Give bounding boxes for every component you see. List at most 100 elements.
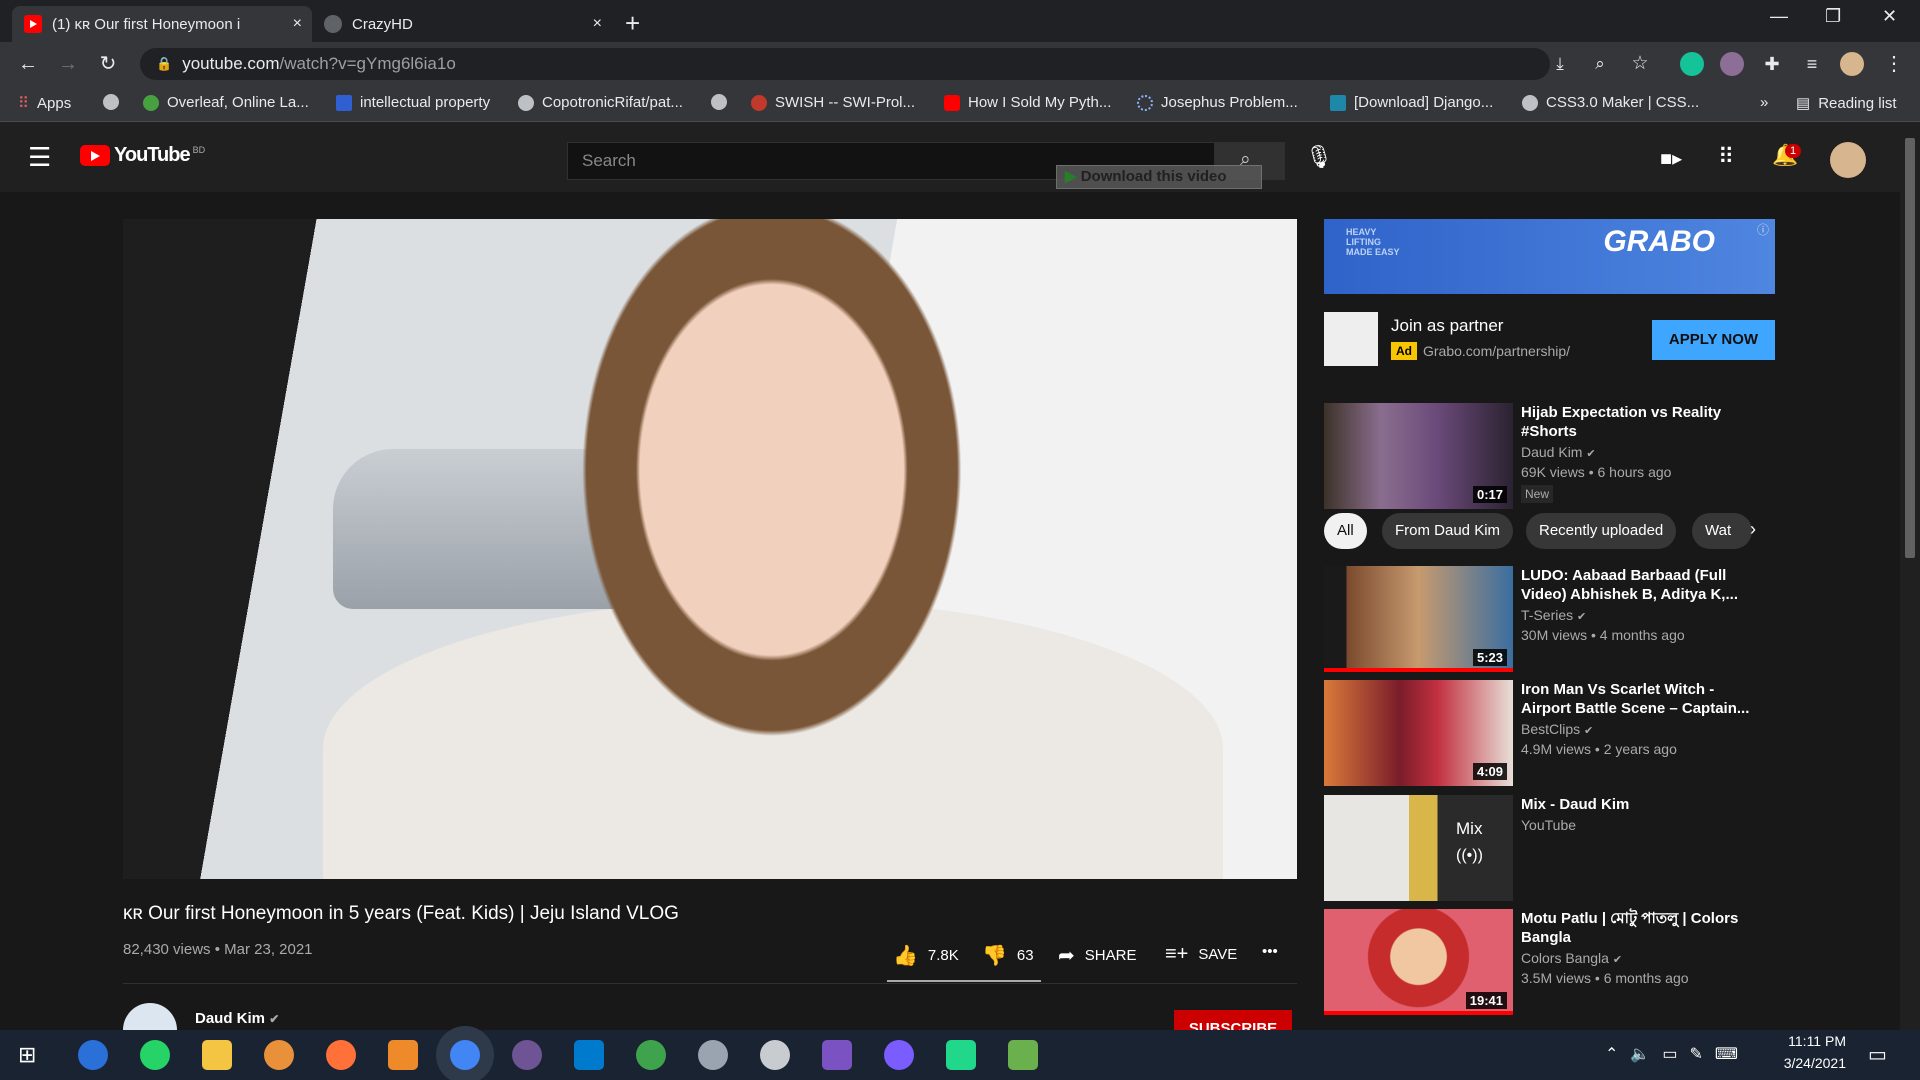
extension-icon[interactable] bbox=[1720, 52, 1744, 76]
recommended-mix[interactable]: Mix ((•)) Mix - Daud Kim YouTube bbox=[1324, 795, 1775, 901]
bookmark-github[interactable]: CopotronicRifat/pat... bbox=[518, 94, 683, 111]
media-control-icon[interactable]: ≡ bbox=[1798, 50, 1826, 78]
chip-recently-uploaded[interactable]: Recently uploaded bbox=[1526, 513, 1677, 549]
ad-tagline: HEAVY LIFTING MADE EASY bbox=[1346, 227, 1400, 257]
verified-check-icon: ✔ bbox=[1584, 725, 1594, 737]
chip-all[interactable]: All bbox=[1324, 513, 1367, 549]
tray-icons[interactable]: ⌃🔈▭✎⌨ bbox=[1605, 1044, 1750, 1064]
ad-info-icon[interactable]: ⓘ bbox=[1757, 221, 1769, 238]
app-icon[interactable] bbox=[388, 1040, 418, 1070]
dislike-button[interactable]: 👎 63 bbox=[982, 943, 1034, 968]
restore-button[interactable]: ❐ bbox=[1825, 6, 1841, 27]
bookmark-intellectual-property[interactable]: intellectual property bbox=[336, 94, 490, 111]
pycharm-icon[interactable] bbox=[946, 1040, 976, 1070]
download-icon[interactable]: ⤓ bbox=[1546, 50, 1574, 78]
video-views: 69K views • 6 hours ago bbox=[1521, 464, 1672, 480]
app-icon[interactable] bbox=[698, 1040, 728, 1070]
tab-crazyhd[interactable]: CrazyHD × bbox=[312, 6, 612, 42]
overleaf-icon bbox=[143, 94, 159, 111]
create-video-icon[interactable]: ■▸ bbox=[1660, 146, 1682, 171]
bookmark-apps[interactable]: ⠿ Apps bbox=[18, 94, 71, 113]
save-button[interactable]: ≡+ SAVE bbox=[1165, 943, 1237, 966]
thumbs-up-icon: 👍 bbox=[893, 945, 918, 967]
notification-count-badge: 1 bbox=[1785, 144, 1802, 158]
bookmark-globe[interactable] bbox=[103, 94, 127, 110]
ad-banner[interactable]: HEAVY LIFTING MADE EASY GRABO ⓘ bbox=[1324, 219, 1775, 294]
profile-avatar[interactable] bbox=[1840, 52, 1864, 76]
recommended-video[interactable]: 19:41 Motu Patlu | মোটু পাতলু | Colors B… bbox=[1324, 909, 1775, 1015]
menu-dots-icon[interactable]: ⋮ bbox=[1880, 50, 1908, 78]
visual-studio-icon[interactable] bbox=[822, 1040, 852, 1070]
globe-icon bbox=[324, 15, 342, 33]
recommended-video[interactable]: 4:09 Iron Man Vs Scarlet Witch - Airport… bbox=[1324, 680, 1775, 786]
back-arrow-icon[interactable]: ← bbox=[14, 50, 42, 78]
youtube-icon bbox=[944, 94, 960, 111]
new-tab-button[interactable]: + bbox=[625, 8, 640, 39]
app-icon[interactable] bbox=[636, 1040, 666, 1070]
bookmark-star-icon[interactable]: ☆ bbox=[1626, 50, 1654, 78]
vscode-icon[interactable] bbox=[574, 1040, 604, 1070]
search-app-icon[interactable] bbox=[78, 1040, 108, 1070]
puzzle-extensions-icon[interactable]: ✚ bbox=[1758, 50, 1786, 78]
whatsapp-icon[interactable] bbox=[140, 1040, 170, 1070]
hamburger-menu-icon[interactable]: ☰ bbox=[28, 142, 51, 173]
minimize-button[interactable]: — bbox=[1770, 6, 1788, 27]
loading-icon bbox=[1137, 94, 1153, 111]
page-scrollbar[interactable] bbox=[1900, 122, 1920, 1030]
apply-now-button[interactable]: APPLY NOW bbox=[1652, 320, 1775, 360]
site-icon bbox=[1330, 94, 1346, 111]
reload-icon[interactable]: ↻ bbox=[94, 50, 122, 78]
download-video-overlay[interactable]: ▶ Download this video bbox=[1056, 165, 1262, 189]
bookmark-globe-2[interactable] bbox=[711, 94, 735, 110]
recommended-video[interactable]: 5:23 LUDO: Aabaad Barbaad (Full Video) A… bbox=[1324, 566, 1775, 672]
channel-name: Daud Kim ✔ bbox=[1521, 444, 1596, 460]
app-icon[interactable] bbox=[264, 1040, 294, 1070]
tab-close-icon[interactable]: × bbox=[293, 15, 302, 33]
bookmark-css3[interactable]: CSS3.0 Maker | CSS... bbox=[1522, 94, 1699, 111]
messenger-icon[interactable] bbox=[884, 1040, 914, 1070]
zoom-icon[interactable]: ⌕ bbox=[1586, 50, 1614, 78]
share-button[interactable]: ➦ SHARE bbox=[1058, 943, 1136, 968]
windows-start-icon[interactable]: ⊞ bbox=[18, 1042, 36, 1068]
address-bar[interactable]: 🔒 youtube.com/watch?v=gYmg6l6ia1o bbox=[140, 48, 1550, 80]
like-button[interactable]: 👍 7.8K bbox=[893, 943, 959, 968]
mix-radio-icon: ((•)) bbox=[1456, 847, 1483, 864]
github-desktop-icon[interactable] bbox=[512, 1040, 542, 1070]
app-icon[interactable] bbox=[760, 1040, 790, 1070]
video-views-date: 82,430 views • Mar 23, 2021 bbox=[123, 941, 313, 958]
github-icon bbox=[518, 94, 534, 111]
video-player[interactable] bbox=[123, 219, 1297, 879]
app-icon[interactable] bbox=[1008, 1040, 1038, 1070]
ad-card[interactable]: Join as partner Ad Grabo.com/partnership… bbox=[1324, 310, 1775, 370]
close-window-button[interactable]: ✕ bbox=[1882, 6, 1897, 27]
browser-toolbar: ← → ↻ 🔒 youtube.com/watch?v=gYmg6l6ia1o … bbox=[0, 42, 1920, 86]
taskbar-time[interactable]: 11:11 PM bbox=[1760, 1033, 1846, 1049]
taskbar-date[interactable]: 3/24/2021 bbox=[1760, 1055, 1846, 1071]
more-actions-button[interactable]: ••• bbox=[1262, 943, 1278, 960]
chip-from-daud-kim[interactable]: From Daud Kim bbox=[1382, 513, 1514, 549]
microphone-icon[interactable]: 🎙 bbox=[1305, 144, 1333, 170]
bookmark-django[interactable]: [Download] Django... bbox=[1330, 94, 1493, 111]
bookmark-overleaf[interactable]: Overleaf, Online La... bbox=[143, 94, 309, 111]
bookmark-youtube[interactable]: How I Sold My Pyth... bbox=[944, 94, 1111, 111]
channel-name[interactable]: Daud Kim ✔ bbox=[195, 1010, 279, 1027]
bookmarks-overflow-button[interactable]: » bbox=[1760, 94, 1768, 111]
grammarly-extension-icon[interactable] bbox=[1680, 52, 1704, 76]
chevron-right-icon[interactable]: › bbox=[1750, 519, 1756, 540]
firefox-icon[interactable] bbox=[326, 1040, 356, 1070]
tab-close-icon[interactable]: × bbox=[593, 15, 602, 33]
chip-watched[interactable]: Wat bbox=[1692, 513, 1752, 549]
bookmark-josephus[interactable]: Josephus Problem... bbox=[1137, 94, 1298, 111]
account-avatar[interactable] bbox=[1830, 142, 1866, 178]
forward-arrow-icon[interactable]: → bbox=[54, 50, 82, 78]
youtube-logo[interactable]: YouTube BD bbox=[80, 144, 205, 167]
notification-center-icon[interactable]: ▭ bbox=[1868, 1042, 1887, 1067]
recommended-video[interactable]: 0:17 Hijab Expectation vs Reality #Short… bbox=[1324, 403, 1775, 509]
tab-youtube[interactable]: (1) ĸʀ Our first Honeymoon i × bbox=[12, 6, 312, 42]
chrome-icon[interactable] bbox=[450, 1040, 480, 1070]
bookmark-swish[interactable]: SWISH -- SWI-Prol... bbox=[751, 94, 915, 111]
reading-list-button[interactable]: ▤ Reading list bbox=[1796, 94, 1897, 113]
scrollbar-thumb[interactable] bbox=[1905, 138, 1915, 558]
apps-grid-icon[interactable]: ⠿ bbox=[1718, 144, 1734, 170]
file-explorer-icon[interactable] bbox=[202, 1040, 232, 1070]
